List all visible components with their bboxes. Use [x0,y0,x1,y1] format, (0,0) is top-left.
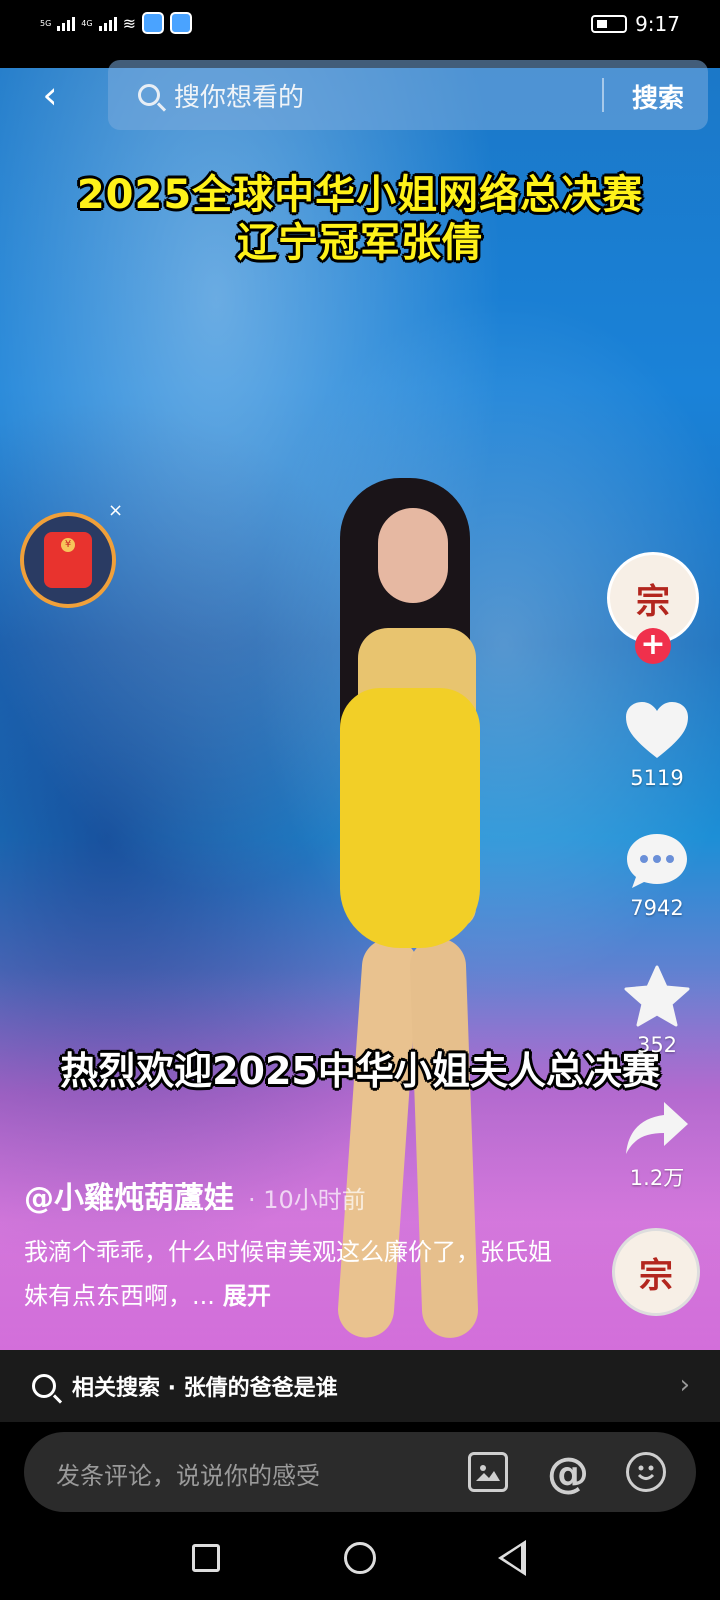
share-button[interactable]: 1.2万 [612,1100,702,1192]
status-left: 5G 4G ≋ [40,12,192,34]
comment-bar: 发条评论，说说你的感受 @ [0,1422,720,1520]
search-icon [138,84,160,106]
emoji-icon[interactable] [626,1452,666,1492]
battery-icon [591,15,628,33]
system-nav-bar [0,1520,720,1600]
share-icon [626,1102,688,1154]
comment-placeholder: 发条评论，说说你的感受 [56,1462,320,1490]
emoji-glyph [637,1465,655,1480]
clock: 9:17 [635,12,680,36]
signal-bars-icon [57,15,76,31]
post-time: · 10小时前 [248,1186,366,1214]
search-bar[interactable]: 搜你想看的 搜索 [108,60,708,130]
red-envelope-button[interactable] [20,512,116,608]
like-button[interactable]: 5119 [612,700,702,790]
related-search-label: 相关搜索 · 张倩的爸爸是谁 [72,1376,338,1401]
search-button[interactable]: 搜索 [632,78,684,115]
author-info: @小雞炖葫蘆娃 · 10小时前 [24,1173,366,1217]
wifi-icon: ≋ [122,13,136,33]
comment-icon [627,834,687,888]
image-icon[interactable] [468,1452,508,1492]
app-notification-2-icon [170,12,192,34]
red-envelope-icon [44,532,92,588]
network-type-1: 5G [40,18,52,28]
star-icon [624,965,690,1027]
share-count: 1.2万 [629,1166,685,1190]
favorite-count: 352 [636,1033,678,1057]
signal-1: 5G [40,19,51,28]
red-envelope-close-button[interactable]: × [108,500,123,521]
image-glyph [476,1465,500,1481]
video-caption: 我滴个乖乖，什么时候审美观这么廉价了，张氏姐妹有点东西啊，... 展开 [24,1230,564,1318]
home-button[interactable] [344,1542,376,1574]
head [378,508,448,603]
back-icon: ‹ [42,73,58,117]
comment-count: 7942 [630,896,684,920]
author-name[interactable]: @小雞炖葫蘆娃 [24,1173,234,1217]
related-search-bar[interactable]: 相关搜索 · 张倩的爸爸是谁 › [0,1350,720,1422]
music-disc[interactable]: 宗 [612,1228,700,1316]
signal-2: 4G [81,19,92,28]
caption-text: 我滴个乖乖，什么时候审美观这么廉价了，张氏姐妹有点东西啊，... [24,1238,552,1310]
search-input[interactable]: 搜你想看的 [174,77,304,114]
recent-apps-button[interactable] [192,1544,220,1572]
comment-button[interactable]: 7942 [612,830,702,920]
app-notification-icon [142,12,164,34]
search-icon [32,1374,56,1398]
status-right: 9:17 [591,12,680,36]
swimsuit [340,688,480,948]
nav-back-button[interactable] [498,1540,526,1576]
expand-caption-button[interactable]: 展开 [223,1282,271,1310]
status-bar: 5G 4G ≋ 9:17 [0,0,720,50]
network-type-2: 4G [81,18,93,28]
like-count: 5119 [630,766,684,790]
favorite-button[interactable]: 352 [612,965,702,1057]
comment-input[interactable]: 发条评论，说说你的感受 @ [24,1432,696,1512]
chevron-right-icon: › [679,1370,690,1400]
back-button[interactable]: ‹ [30,73,70,117]
video-subject [300,478,540,1350]
avatar-logo: 宗 [636,581,670,622]
search-divider [602,78,604,112]
at-icon[interactable]: @ [547,1448,589,1497]
follow-button[interactable]: + [635,628,671,664]
heart-icon [626,702,688,758]
music-disc-logo: 宗 [639,1255,673,1296]
signal-bars-2-icon [98,15,117,31]
video-title-line2: 辽宁冠军张倩 [237,220,483,266]
